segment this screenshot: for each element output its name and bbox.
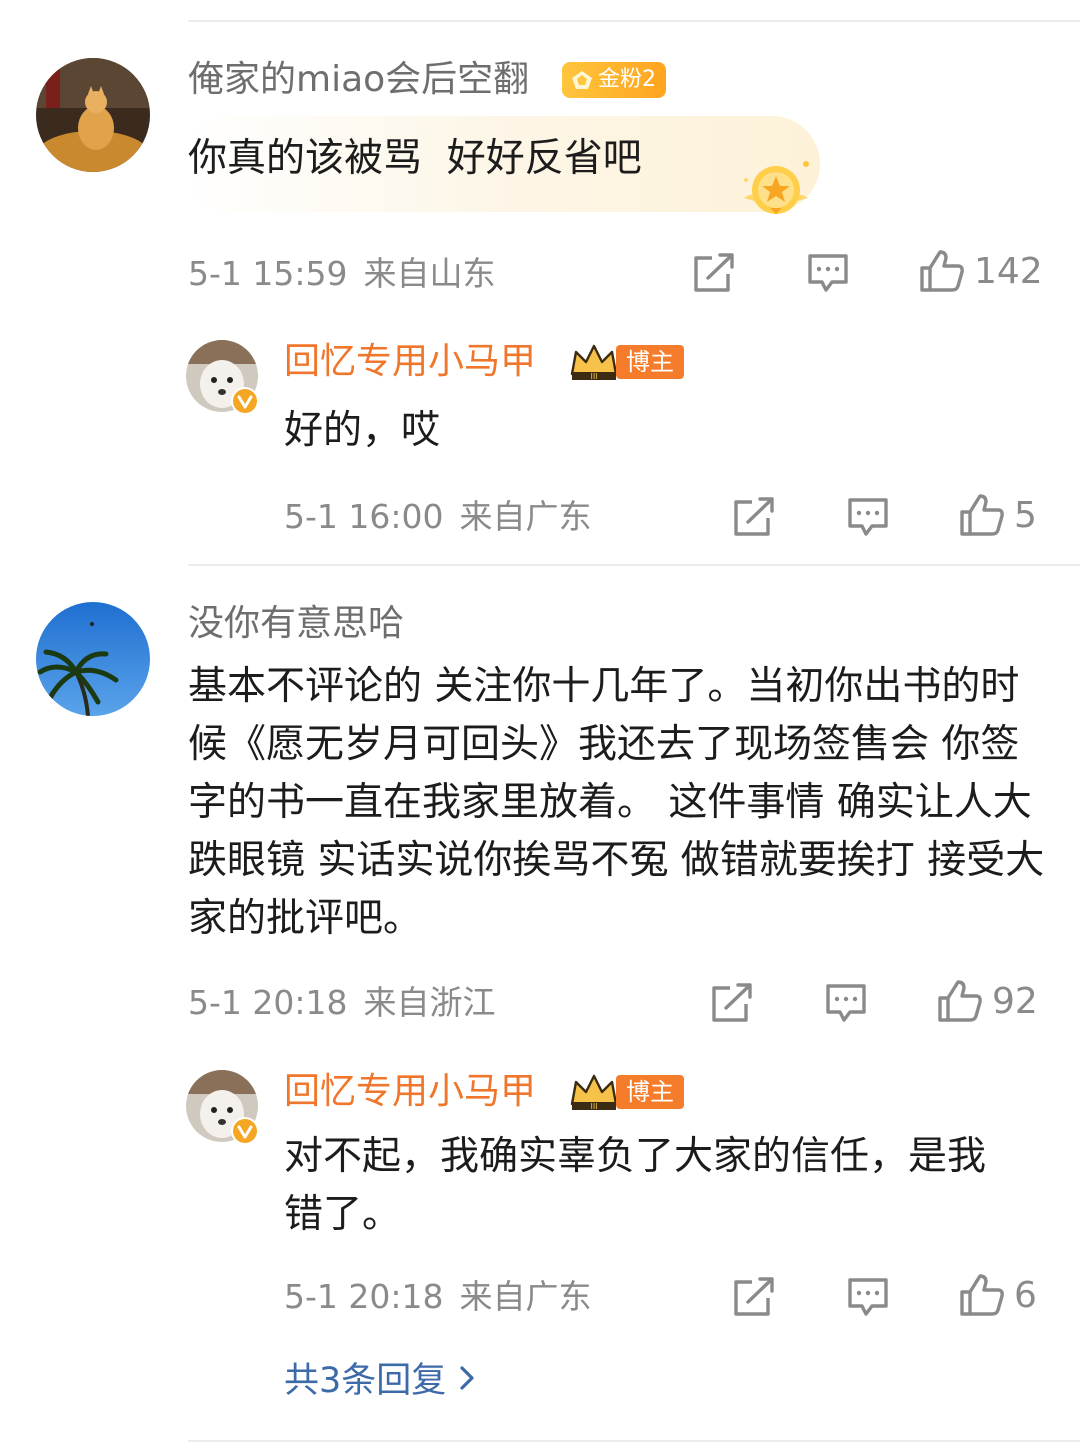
like-count: 92: [992, 980, 1038, 1022]
like-button[interactable]: 92: [936, 978, 1038, 1024]
more-replies-link[interactable]: 共3条回复: [284, 1352, 476, 1403]
share-button[interactable]: [710, 982, 754, 1024]
fan-badge-label: 金粉2: [598, 67, 656, 92]
like-count: 5: [1014, 494, 1037, 536]
svg-text:III: III: [590, 372, 597, 381]
share-button[interactable]: [732, 1276, 776, 1318]
share-icon: [694, 253, 734, 292]
like-button[interactable]: 142: [918, 248, 1043, 294]
share-button[interactable]: [692, 252, 736, 294]
more-replies-label: 共3条回复: [284, 1361, 447, 1401]
like-count: 6: [1014, 1274, 1037, 1316]
like-button[interactable]: 6: [958, 1272, 1037, 1318]
comment-icon: [848, 1278, 888, 1316]
host-badge-label: 博主: [616, 1075, 684, 1109]
thumbs-up-icon: [960, 1274, 1004, 1316]
reply-location: 来自广东: [459, 1277, 592, 1316]
crown-icon: III: [570, 1074, 618, 1111]
comment-button[interactable]: [846, 496, 890, 538]
comment-text: 你真的该被骂 好好反省吧: [188, 136, 642, 181]
reply-location: 来自广东: [459, 497, 592, 536]
chevron-right-icon: [460, 1365, 474, 1390]
verified-v-icon: [230, 1116, 260, 1146]
comment-username[interactable]: 没你有意思哈: [188, 602, 404, 646]
gem-icon: [572, 71, 592, 89]
host-badge: III 博主: [568, 342, 684, 382]
reply-meta: 5-1 20:18 来自广东: [284, 1277, 592, 1317]
like-count: 142: [974, 250, 1043, 292]
host-badge: III 博主: [568, 1072, 684, 1112]
share-icon: [734, 1277, 774, 1316]
svg-text:III: III: [590, 1102, 597, 1111]
comment-button[interactable]: [846, 1276, 890, 1318]
verified-v-icon: [230, 386, 260, 416]
gold-star-icon: [736, 150, 816, 224]
comment-icon: [826, 984, 866, 1022]
comment-button[interactable]: [824, 982, 868, 1024]
fan-badge: 金粉2: [562, 62, 666, 98]
comment-username[interactable]: 俺家的miao会后空翻: [188, 58, 529, 102]
reply-meta: 5-1 16:00 来自广东: [284, 497, 592, 537]
comment-meta: 5-1 20:18 来自浙江: [188, 983, 496, 1023]
reply-time: 5-1 16:00: [284, 497, 444, 536]
share-icon: [712, 983, 752, 1022]
crown-icon: III: [570, 344, 618, 381]
comment-location: 来自浙江: [363, 983, 496, 1022]
reply-text: 好的，哎: [284, 408, 441, 453]
comment-icon: [808, 254, 848, 292]
reply-time: 5-1 20:18: [284, 1277, 444, 1316]
comment-meta: 5-1 15:59 来自山东: [188, 254, 496, 294]
like-button[interactable]: 5: [958, 492, 1037, 538]
share-icon: [734, 497, 774, 536]
comment-text: 基本不评论的 关注你十几年了。当初你出书的时候《愿无岁月可回头》我还去了现场签售…: [188, 664, 1045, 941]
comment-time: 5-1 20:18: [188, 983, 348, 1022]
avatar-palm[interactable]: [36, 602, 150, 716]
reply-username[interactable]: 回忆专用小马甲: [284, 1070, 536, 1114]
thumbs-up-icon: [938, 980, 982, 1022]
comment-icon: [848, 498, 888, 536]
divider-bottom: [188, 1440, 1080, 1442]
reply-username[interactable]: 回忆专用小马甲: [284, 340, 536, 384]
comment-divider: [188, 564, 1080, 566]
comment-button[interactable]: [806, 252, 850, 294]
reply-text: 对不起，我确实辜负了大家的信任，是我错了。: [284, 1134, 987, 1237]
avatar-cat[interactable]: [36, 58, 150, 172]
divider-top: [188, 20, 1080, 22]
thumbs-up-icon: [960, 494, 1004, 536]
share-button[interactable]: [732, 496, 776, 538]
comment-time: 5-1 15:59: [188, 254, 348, 293]
thumbs-up-icon: [920, 250, 964, 292]
comment-location: 来自山东: [363, 254, 496, 293]
host-badge-label: 博主: [616, 345, 684, 379]
